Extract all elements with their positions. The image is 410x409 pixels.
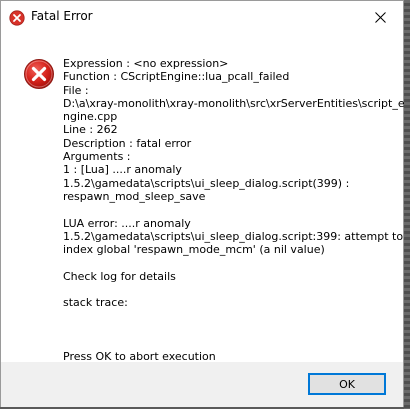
message-line: Arguments : [63, 150, 131, 164]
message-line: index global 'respawn_mode_mcm' (a nil v… [63, 243, 325, 257]
message-line: Description : fatal error [63, 136, 192, 150]
window-title: Fatal Error [31, 9, 93, 23]
ok-button[interactable]: OK [308, 373, 386, 395]
message-line: Check log for details [63, 269, 176, 283]
message-line [63, 336, 393, 349]
message-line [63, 310, 393, 323]
message-line: 1 : [Lua] ....r anomaly [63, 163, 182, 177]
message-line [63, 203, 393, 216]
message-line: Press OK to abort execution [63, 349, 216, 363]
close-icon [374, 11, 386, 23]
fatal-error-dialog: Fatal Error Expression : <no expression>… [0, 0, 405, 407]
error-icon [9, 10, 25, 26]
message-line: stack trace: [63, 296, 128, 310]
message-line: 1.5.2\gamedata\scripts\ui_sleep_dialog.s… [63, 229, 404, 243]
message-area: Expression : <no expression> Function : … [1, 33, 405, 363]
message-line: respawn_mod_sleep_save [63, 189, 206, 203]
message-line [63, 256, 393, 269]
title-bar[interactable]: Fatal Error [1, 1, 403, 33]
button-bar: OK [1, 362, 403, 407]
message-line [63, 323, 393, 336]
error-message: Expression : <no expression> Function : … [63, 57, 405, 363]
message-line: File : [63, 83, 89, 97]
message-line: Function : CScriptEngine::lua_pcall_fail… [63, 70, 290, 84]
message-line: Line : 262 [63, 123, 118, 137]
message-line: ngine.cpp [63, 110, 118, 124]
message-line [63, 283, 393, 296]
background-window-edge [404, 0, 410, 409]
message-line: Expression : <no expression> [63, 57, 229, 70]
message-line: 1.5.2\gamedata\scripts\ui_sleep_dialog.s… [63, 176, 350, 190]
close-button[interactable] [357, 1, 403, 33]
error-icon [24, 59, 54, 89]
message-line: LUA error: ....r anomaly [63, 216, 191, 230]
message-line: D:\a\xray-monolith\xray-monolith\src\xrS… [63, 96, 405, 110]
